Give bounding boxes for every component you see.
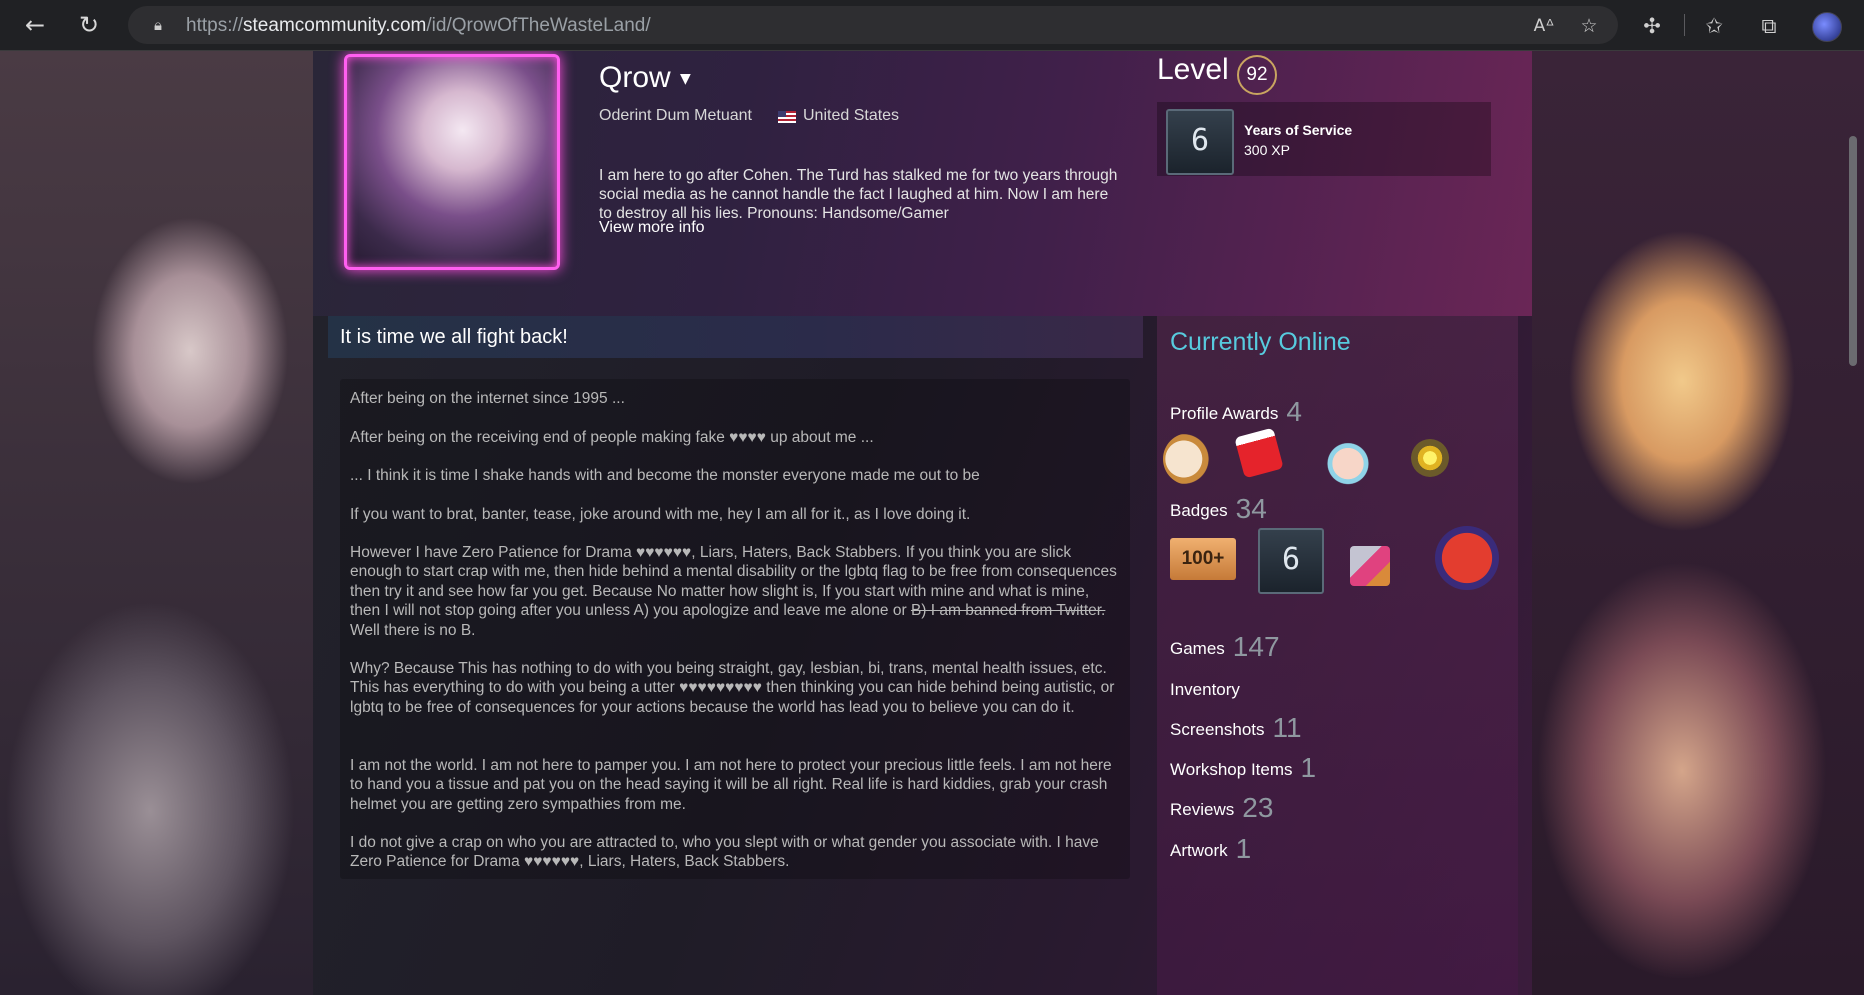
showcase-paragraph: ... I think it is time I shake hands wit… bbox=[350, 467, 980, 484]
reviews-count: 23 bbox=[1242, 792, 1274, 823]
lock-icon[interactable]: 🔒︎ bbox=[148, 15, 168, 35]
favorite-badge[interactable]: 6 Years of Service 300 XP bbox=[1157, 102, 1491, 176]
screenshots-count: 11 bbox=[1272, 712, 1302, 743]
scrollbar-thumb[interactable] bbox=[1849, 136, 1857, 366]
showcase-text-span: Well there is no B. bbox=[350, 621, 476, 639]
persona-name[interactable]: Qrow bbox=[599, 61, 671, 95]
hot-sauce-award-icon[interactable] bbox=[1234, 427, 1284, 479]
badge-name: Years of Service bbox=[1244, 122, 1353, 138]
showcase-text: After being on the internet since 1995 .… bbox=[340, 379, 1130, 879]
toolbar-divider bbox=[1684, 14, 1685, 36]
workshop-label: Workshop Items bbox=[1170, 760, 1293, 779]
browser-toolbar: ← ↻ 🔒︎ https://steamcommunity.com/id/Qro… bbox=[0, 0, 1864, 51]
artwork-count: 1 bbox=[1235, 833, 1252, 864]
workshop-link[interactable]: Workshop Items 1 bbox=[1170, 752, 1316, 784]
profile-icon[interactable] bbox=[1812, 12, 1842, 42]
demon-badge-icon[interactable] bbox=[1435, 526, 1499, 590]
screenshots-label: Screenshots bbox=[1170, 720, 1265, 739]
refresh-icon[interactable]: ↻ bbox=[74, 10, 104, 40]
real-name: Oderint Dum Metuant bbox=[599, 107, 752, 124]
address-bar[interactable]: 🔒︎ https://steamcommunity.com/id/QrowOfT… bbox=[128, 6, 1618, 44]
level-label: Level bbox=[1157, 53, 1229, 86]
reviews-label: Reviews bbox=[1170, 800, 1235, 819]
right-sidebar: Currently Online Profile Awards 4 Badges 3… bbox=[1157, 316, 1518, 995]
avatar[interactable] bbox=[344, 54, 560, 270]
showcase-paragraph: If you want to brat, banter, tease, joke… bbox=[350, 506, 971, 523]
screenshots-link[interactable]: Screenshots 11 bbox=[1170, 712, 1302, 744]
name-history-dropdown-icon[interactable]: ▼ bbox=[680, 71, 691, 87]
showcase-title: It is time we all fight back! bbox=[340, 326, 568, 348]
strikethrough-text: B) I am banned from Twitter. bbox=[910, 602, 1106, 620]
gift-badge-icon[interactable] bbox=[1350, 546, 1390, 586]
badges-label: Badges bbox=[1170, 501, 1228, 520]
games-count: 147 bbox=[1232, 631, 1280, 662]
online-status: Currently Online bbox=[1170, 328, 1351, 356]
showcase-paragraph: I am not the world. I am not here to pam… bbox=[350, 757, 1112, 813]
back-icon[interactable]: ← bbox=[20, 10, 50, 40]
read-aloud-icon[interactable]: Aᐞ bbox=[1532, 14, 1556, 38]
games-link[interactable]: Games 147 bbox=[1170, 631, 1280, 663]
country: United States bbox=[803, 107, 900, 124]
profile-awards-count: 4 bbox=[1286, 396, 1302, 427]
extensions-icon[interactable]: ✣ bbox=[1638, 12, 1666, 40]
showcase-paragraph: After being on the receiving end of peop… bbox=[350, 429, 874, 446]
us-flag-icon bbox=[778, 111, 796, 123]
badges-link[interactable]: Badges 34 bbox=[1170, 493, 1267, 525]
profile-page: Qrow ▼ Oderint Dum Metuant United States… bbox=[0, 51, 1864, 995]
artwork-label: Artwork bbox=[1170, 841, 1228, 860]
sun-award-icon[interactable] bbox=[1411, 439, 1449, 477]
favorites-icon[interactable]: ✩ bbox=[1700, 12, 1728, 40]
clown-award-icon[interactable] bbox=[1322, 435, 1374, 487]
profile-awards-link[interactable]: Profile Awards 4 bbox=[1170, 396, 1302, 428]
page-scrollbar[interactable] bbox=[1846, 96, 1860, 986]
showcase-paragraph: I do not give a crap on who you are attr… bbox=[350, 834, 1099, 871]
showcase-paragraph: After being on the internet since 1995 .… bbox=[350, 390, 625, 407]
profile-awards-label: Profile Awards bbox=[1170, 404, 1279, 423]
badges-count: 34 bbox=[1235, 493, 1267, 524]
years-of-service-badge-icon[interactable]: 6 bbox=[1258, 528, 1324, 594]
background-art-left bbox=[0, 51, 315, 995]
showcase-header: It is time we all fight back! bbox=[328, 316, 1143, 358]
profile-summary: I am here to go after Cohen. The Turd ha… bbox=[599, 167, 1118, 222]
artwork-link[interactable]: Artwork 1 bbox=[1170, 833, 1251, 865]
background-art-right bbox=[1532, 51, 1864, 995]
level-badge[interactable]: 92 bbox=[1237, 55, 1277, 95]
url-text[interactable]: https://steamcommunity.com/id/QrowOfTheW… bbox=[186, 15, 651, 37]
inventory-link[interactable]: Inventory bbox=[1170, 680, 1240, 700]
hundred-plus-badge-icon[interactable]: 100+ bbox=[1170, 538, 1236, 580]
years-of-service-icon: 6 bbox=[1166, 109, 1234, 175]
dragon-award-icon[interactable] bbox=[1163, 433, 1215, 485]
collections-icon[interactable]: ⧉ bbox=[1755, 12, 1783, 40]
showcase-paragraph: Why? Because This has nothing to do with… bbox=[350, 660, 1115, 716]
view-more-info-link[interactable]: View more info bbox=[599, 219, 705, 237]
showcase-paragraph: However I have Zero Patience for Drama ♥… bbox=[350, 543, 1120, 640]
reviews-link[interactable]: Reviews 23 bbox=[1170, 792, 1273, 824]
add-favorite-icon[interactable]: ☆ bbox=[1577, 14, 1601, 38]
inventory-label: Inventory bbox=[1170, 680, 1240, 699]
workshop-count: 1 bbox=[1300, 752, 1317, 783]
games-label: Games bbox=[1170, 639, 1225, 658]
badge-xp: 300 XP bbox=[1244, 142, 1290, 158]
